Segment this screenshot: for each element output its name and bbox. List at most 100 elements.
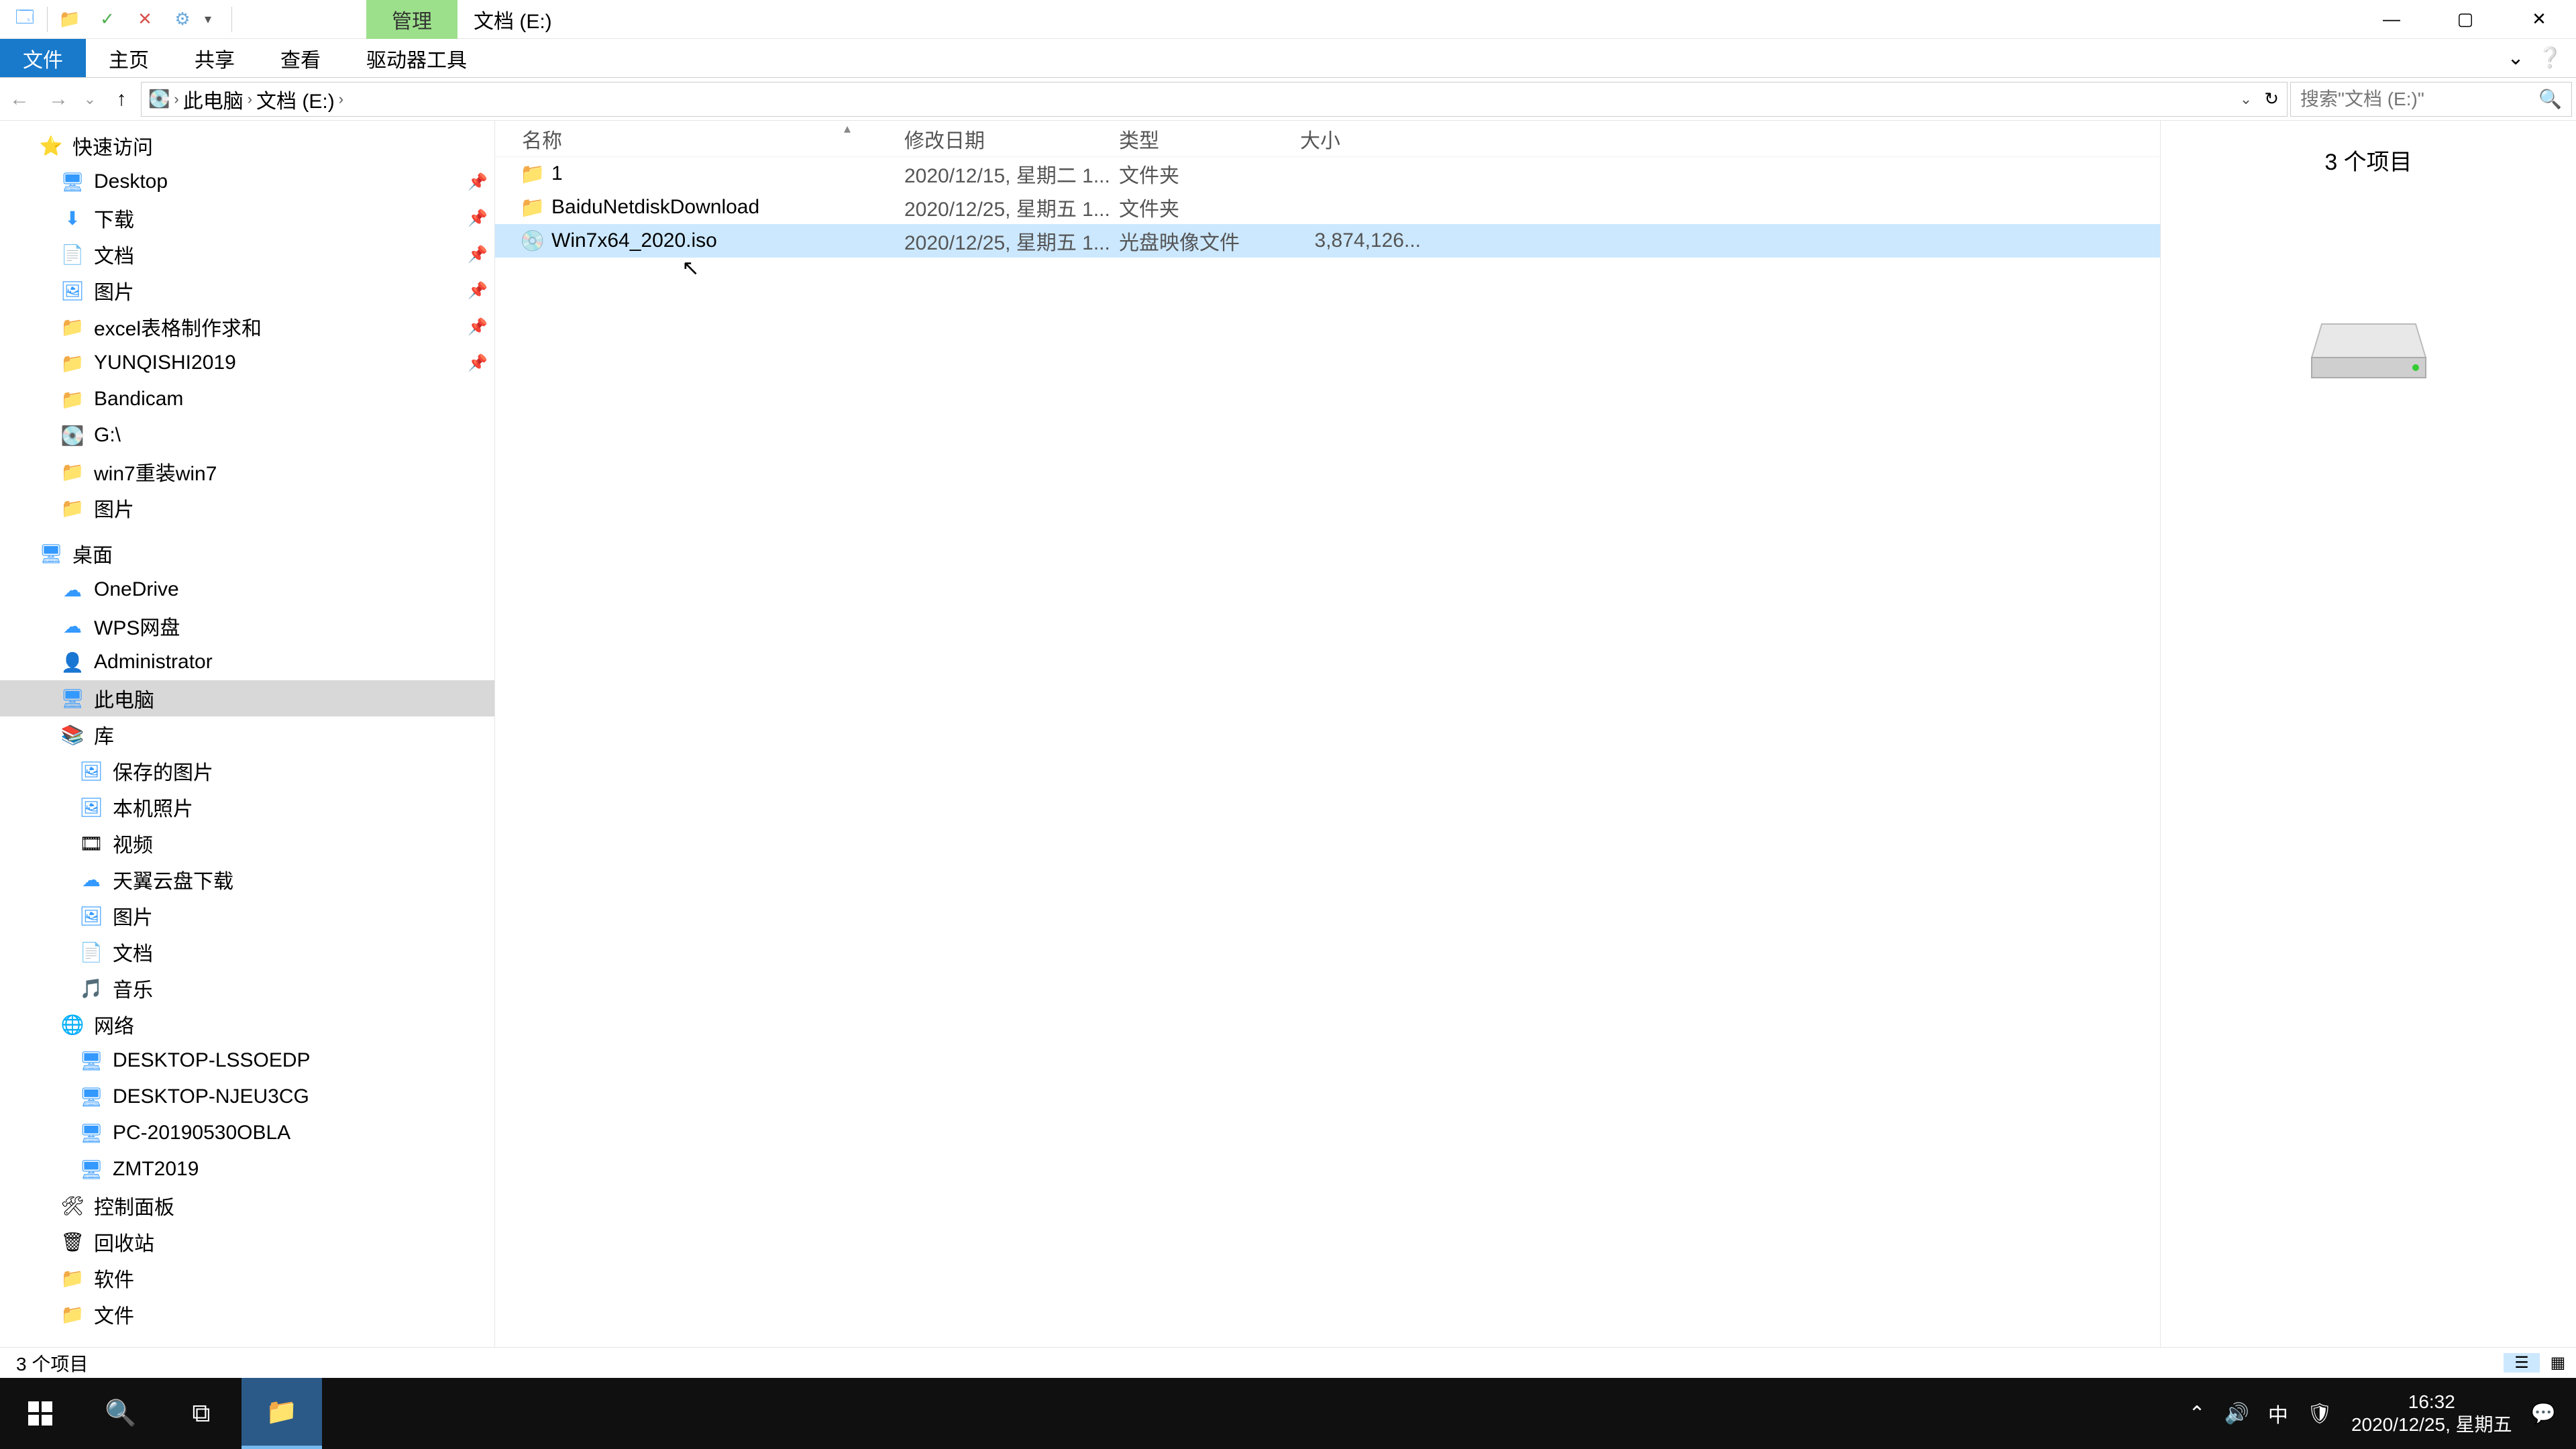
taskbar-explorer-button[interactable]: 📁 [241, 1378, 322, 1449]
tree-pc3[interactable]: 🖥PC-20190530OBLA [0, 1115, 494, 1151]
volume-icon[interactable]: 🔊 [2224, 1402, 2249, 1426]
tree-recycle-bin[interactable]: 🗑回收站 [0, 1224, 494, 1260]
tree-documents[interactable]: 📄文档📌 [0, 236, 494, 272]
qa-properties-icon[interactable]: ✓ [92, 4, 123, 35]
search-box[interactable]: 🔍 [2290, 82, 2572, 117]
tree-pc1[interactable]: 🖥DESKTOP-LSSOEDP [0, 1042, 494, 1079]
start-button[interactable] [0, 1378, 80, 1449]
tree-desktop-root[interactable]: 🖥桌面 [0, 535, 494, 572]
help-icon[interactable]: ❔ [2538, 46, 2563, 70]
minimize-button[interactable]: — [2355, 0, 2428, 39]
taskbar-search-button[interactable]: 🔍 [80, 1378, 161, 1449]
collapse-ribbon-icon[interactable]: ⌄ [2508, 46, 2524, 70]
qa-new-icon[interactable]: ⚙ [167, 4, 198, 35]
tree-admin[interactable]: 👤Administrator [0, 644, 494, 680]
ribbon-help-area: ⌄ ❔ [2508, 39, 2576, 77]
refresh-icon[interactable]: ↻ [2264, 89, 2279, 109]
file-list[interactable]: 📁12020/12/15, 星期二 1...文件夹📁BaiduNetdiskDo… [495, 157, 2160, 1347]
separator [47, 7, 48, 32]
tree-software[interactable]: 📁软件 [0, 1260, 494, 1296]
tree-win7reinstall[interactable]: 📁win7重装win7 [0, 453, 494, 490]
title-bar: 🗔 📁 ✓ ✕ ⚙ ▾ 管理 文档 (E:) — ▢ ✕ [0, 0, 2576, 39]
view-details-button[interactable]: ☰ [2504, 1353, 2540, 1373]
addr-dropdown-icon[interactable]: ⌄ [2240, 91, 2252, 108]
tree-label: 桌面 [72, 539, 113, 568]
tree-saved-pics[interactable]: 🖼保存的图片 [0, 753, 494, 789]
tree-network[interactable]: 🌐网络 [0, 1006, 494, 1042]
tree-label: OneDrive [94, 578, 179, 601]
tree-downloads[interactable]: ⬇下载📌 [0, 200, 494, 236]
chevron-right-icon[interactable]: › [248, 91, 252, 108]
tree-quick-access[interactable]: ⭐快速访问 [0, 127, 494, 164]
tree-videos[interactable]: 🎞视频 [0, 825, 494, 861]
tree-onedrive[interactable]: ☁OneDrive [0, 572, 494, 608]
security-icon[interactable]: 🛡 [2307, 1402, 2332, 1426]
tree-bandicam[interactable]: 📁Bandicam [0, 381, 494, 417]
col-header-size[interactable]: 大小 [1300, 124, 1421, 154]
tray-clock[interactable]: 16:32 2020/12/25, 星期五 [2351, 1391, 2512, 1436]
search-input[interactable] [2300, 89, 2538, 110]
tree-this-pc[interactable]: 🖥此电脑 [0, 680, 494, 716]
ime-indicator[interactable]: 中 [2268, 1399, 2288, 1428]
tree-label: 软件 [94, 1263, 134, 1293]
tab-view[interactable]: 查看 [258, 39, 343, 77]
navigation-pane[interactable]: ⭐快速访问 🖥Desktop📌 ⬇下载📌 📄文档📌 🖼图片📌 📁excel表格制… [0, 121, 495, 1347]
tree-label: win7重装win7 [94, 457, 217, 486]
search-icon[interactable]: 🔍 [2538, 88, 2562, 110]
tree-desktop[interactable]: 🖥Desktop📌 [0, 164, 494, 200]
qa-open-folder[interactable]: 📁 [54, 4, 85, 35]
file-row[interactable]: 📁BaiduNetdiskDownload2020/12/25, 星期五 1..… [495, 191, 2160, 224]
tree-yunqishi[interactable]: 📁YUNQISHI2019📌 [0, 345, 494, 381]
view-thumbnails-button[interactable]: ▦ [2540, 1353, 2576, 1373]
tree-label: 音乐 [113, 973, 153, 1003]
nav-up-button[interactable]: ↑ [102, 78, 141, 120]
qa-dropdown-icon[interactable]: ▾ [205, 11, 225, 28]
breadcrumb-root[interactable]: 此电脑 [183, 85, 244, 114]
task-view-button[interactable]: ⧉ [161, 1378, 241, 1449]
tree-label: 图片 [113, 901, 153, 930]
qa-close-icon[interactable]: ✕ [129, 4, 160, 35]
tray-overflow-icon[interactable]: ⌃ [2188, 1402, 2205, 1426]
tree-local-photos[interactable]: 🖼本机照片 [0, 789, 494, 825]
nav-recent-dropdown[interactable]: ⌄ [78, 78, 102, 120]
col-header-name[interactable]: 名称▴ [522, 124, 904, 154]
col-header-date[interactable]: 修改日期 [904, 124, 1119, 154]
file-row[interactable]: 📁12020/12/15, 星期二 1...文件夹 [495, 157, 2160, 191]
tree-wps[interactable]: ☁WPS网盘 [0, 608, 494, 644]
tree-music[interactable]: 🎵音乐 [0, 970, 494, 1006]
file-size: 3,874,126... [1300, 229, 1421, 252]
app-icon[interactable]: 🗔 [9, 4, 40, 35]
nav-back-button[interactable]: ← [0, 78, 39, 120]
col-header-type[interactable]: 类型 [1119, 124, 1300, 154]
file-row[interactable]: 💿Win7x64_2020.iso2020/12/25, 星期五 1...光盘映… [495, 224, 2160, 258]
close-button[interactable]: ✕ [2502, 0, 2576, 39]
tree-tianyi[interactable]: ☁天翼云盘下载 [0, 861, 494, 898]
breadcrumb-location[interactable]: 文档 (E:) [256, 85, 335, 114]
maximize-button[interactable]: ▢ [2428, 0, 2502, 39]
file-type: 光盘映像文件 [1119, 226, 1300, 256]
tab-drive-tools[interactable]: 驱动器工具 [343, 39, 490, 77]
tree-files[interactable]: 📁文件 [0, 1296, 494, 1332]
tree-gdrive[interactable]: 💽G:\ [0, 417, 494, 453]
chevron-right-icon[interactable]: › [339, 91, 343, 108]
nav-forward-button[interactable]: → [39, 78, 78, 120]
tree-pictures3[interactable]: 🖼图片 [0, 898, 494, 934]
tree-pc4[interactable]: 🖥ZMT2019 [0, 1151, 494, 1187]
file-name: 1 [551, 162, 563, 185]
chevron-right-icon[interactable]: › [174, 91, 178, 108]
tab-home[interactable]: 主页 [86, 39, 172, 77]
address-box[interactable]: 💽 › 此电脑 › 文档 (E:) › ⌄ ↻ [141, 82, 2288, 117]
window-controls: — ▢ ✕ [2355, 0, 2576, 39]
context-tab-manage[interactable]: 管理 [366, 0, 458, 39]
tree-pictures2[interactable]: 📁图片 [0, 490, 494, 526]
tree-label: 图片 [94, 276, 134, 305]
tree-excel[interactable]: 📁excel表格制作求和📌 [0, 309, 494, 345]
action-center-icon[interactable]: 💬 [2531, 1402, 2556, 1426]
tree-pictures[interactable]: 🖼图片📌 [0, 272, 494, 309]
tree-documents2[interactable]: 📄文档 [0, 934, 494, 970]
tree-control-panel[interactable]: 🛠控制面板 [0, 1187, 494, 1224]
tree-pc2[interactable]: 🖥DESKTOP-NJEU3CG [0, 1079, 494, 1115]
tab-file[interactable]: 文件 [0, 39, 86, 77]
tree-library[interactable]: 📚库 [0, 716, 494, 753]
tab-share[interactable]: 共享 [172, 39, 258, 77]
